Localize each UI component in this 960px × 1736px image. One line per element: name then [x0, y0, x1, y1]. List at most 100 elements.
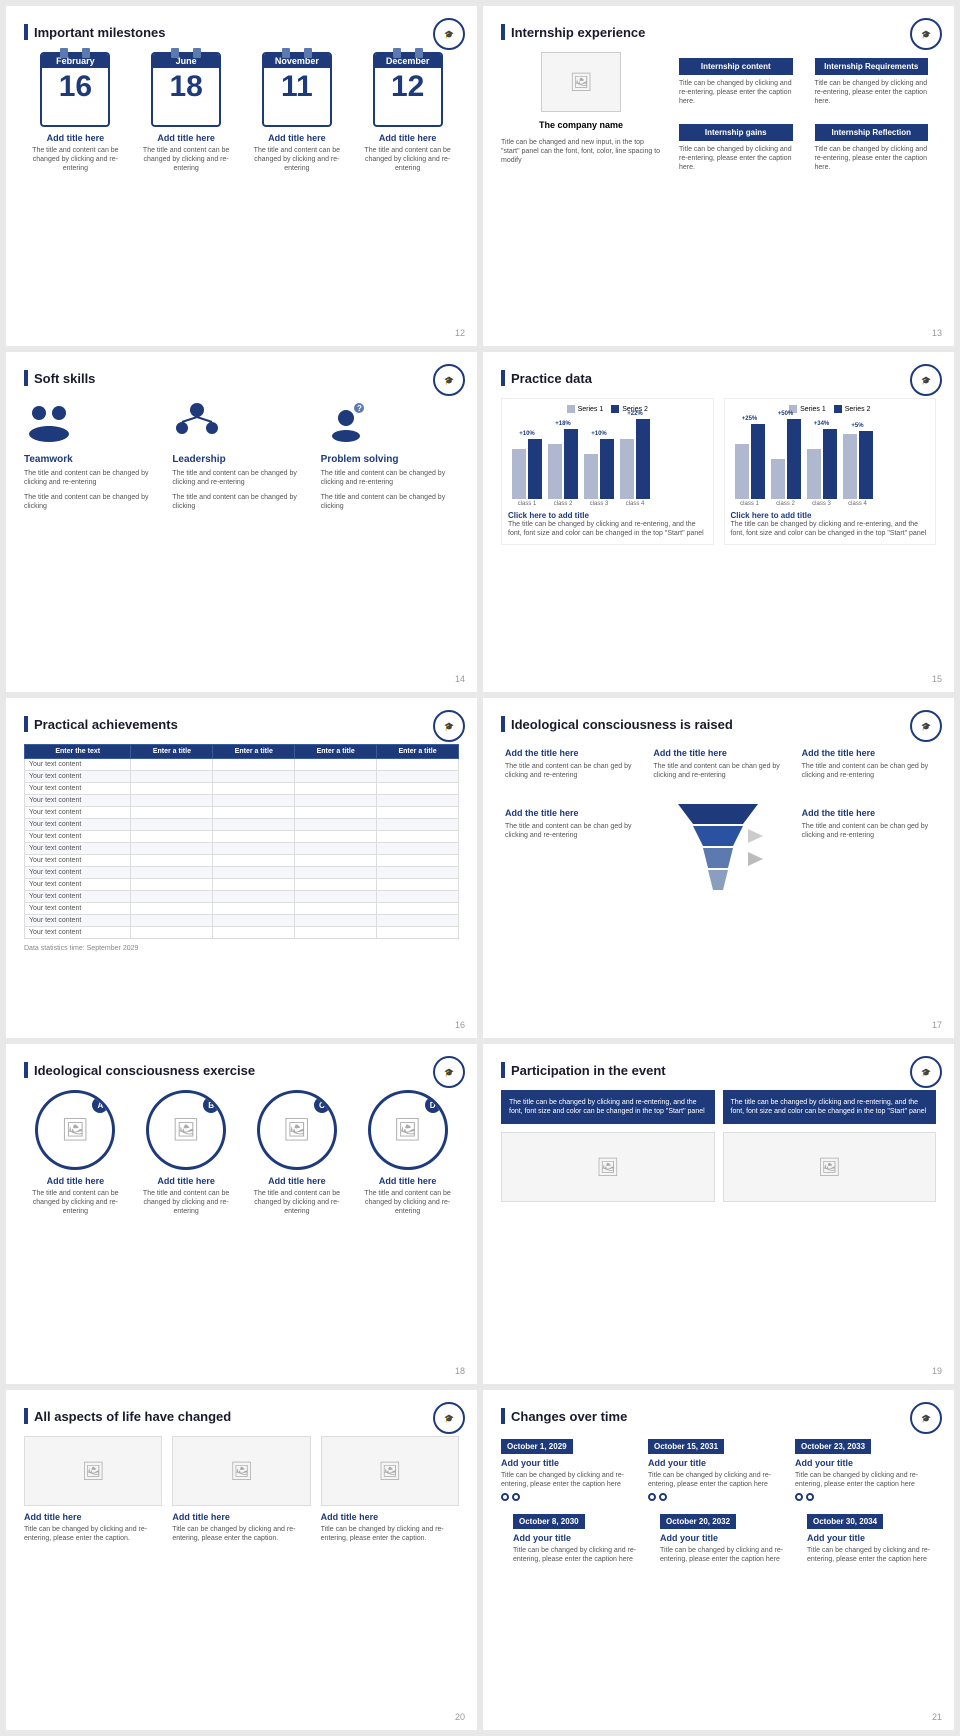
ideology-title-center[interactable]: Add the title here — [653, 748, 783, 758]
milestone-title-3[interactable]: Add title here — [246, 133, 349, 143]
internship-boxes: Internship content Title can be changed … — [671, 52, 936, 179]
milestone-desc-1: The title and content can be changed by … — [24, 146, 127, 173]
aspect-desc-1: Title can be changed by clicking and re-… — [24, 1525, 162, 1543]
skill-extra-problemsolving: The title and content can be changed by … — [321, 493, 459, 511]
timeline-grid: October 1, 2029 Add your title Title can… — [501, 1436, 936, 1568]
aspect-title-1[interactable]: Add title here — [24, 1512, 162, 1522]
exercise-letter-c: C — [314, 1097, 330, 1113]
timeline-badge-3: October 23, 2033 — [795, 1439, 871, 1454]
chart-1-title[interactable]: Click here to add title — [508, 511, 707, 520]
milestone-item-3: November 11 Add title here The title and… — [246, 52, 349, 173]
aspect-img-1: 🖼 — [24, 1436, 162, 1506]
timeline-badge-1: October 1, 2029 — [501, 1439, 573, 1454]
ideology-item-center: Add the title here The title and content… — [649, 744, 787, 784]
logo-participation: 🎓 — [910, 1056, 942, 1088]
ideology-title-r2[interactable]: Add the title here — [802, 808, 932, 818]
timeline-badge-2: October 15, 2031 — [648, 1439, 724, 1454]
skill-title-teamwork[interactable]: Teamwork — [24, 454, 162, 465]
aspect-item-3: 🖼 Add title here Title can be changed by… — [321, 1436, 459, 1543]
col-header-4: Enter a title — [295, 745, 377, 759]
ideology-title-l2[interactable]: Add the title here — [505, 808, 635, 818]
timeline-dot-1b — [512, 1493, 520, 1501]
aspect-desc-2: Title can be changed by clicking and re-… — [172, 1525, 310, 1543]
problemsolving-icon: ? — [321, 398, 371, 448]
milestone-title-4[interactable]: Add title here — [356, 133, 459, 143]
slide-title-practicedata: Practice data — [501, 370, 936, 386]
timeline-sub-2: October 20, 2032 Add your title Title ca… — [648, 1511, 789, 1568]
event-img-1: 🖼 — [501, 1132, 715, 1202]
logo-softskills: 🎓 — [433, 364, 465, 396]
chart-2: Series 1 Series 2 +25% class 1 +50% — [724, 398, 937, 545]
calendar-jun: June 18 — [151, 52, 221, 127]
timeline-desc-5: Title can be changed by clicking and re-… — [660, 1546, 789, 1564]
skill-title-problemsolving[interactable]: Problem solving — [321, 454, 459, 465]
table-header-row: Enter the text Enter a title Enter a tit… — [25, 745, 459, 759]
milestone-desc-2: The title and content can be changed by … — [135, 146, 238, 173]
exercise-title-c[interactable]: Add title here — [246, 1176, 349, 1186]
timeline-dot-2b — [659, 1493, 667, 1501]
exercise-item-d: D 🖼 Add title here The title and content… — [356, 1090, 459, 1216]
timeline-title-4[interactable]: Add your title — [513, 1533, 642, 1543]
event-text-1: The title can be changed by clicking and… — [501, 1090, 715, 1124]
aspect-title-2[interactable]: Add title here — [172, 1512, 310, 1522]
skill-desc-leadership: The title and content can be changed by … — [172, 469, 310, 487]
exercise-title-a[interactable]: Add title here — [24, 1176, 127, 1186]
ideology-desc-center: The title and content can be chan ged by… — [653, 762, 783, 780]
skill-desc-teamwork: The title and content can be changed by … — [24, 469, 162, 487]
timeline-title-1[interactable]: Add your title — [501, 1458, 642, 1468]
page-num-15: 15 — [932, 674, 942, 684]
slide-title-aspects: All aspects of life have changed — [24, 1408, 459, 1424]
page-num-21: 21 — [932, 1712, 942, 1722]
skill-desc-problemsolving: The title and content can be changed by … — [321, 469, 459, 487]
internship-header-4: Internship Reflection — [815, 124, 929, 141]
skills-grid: Teamwork The title and content can be ch… — [24, 398, 459, 517]
timeline-title-2[interactable]: Add your title — [648, 1458, 789, 1468]
timeline-item-3: October 23, 2033 Add your title Title ca… — [795, 1436, 936, 1505]
ideology-title-r1[interactable]: Add the title here — [802, 748, 932, 758]
ideology-center: Add the title here The title and content… — [649, 744, 787, 899]
ideology-title-l1[interactable]: Add the title here — [505, 748, 635, 758]
logo-ideology-exercise: 🎓 — [433, 1056, 465, 1088]
milestone-item-1: February 16 Add title here The title and… — [24, 52, 127, 173]
timeline-dot-2a — [648, 1493, 656, 1501]
table-row: Your text content — [25, 831, 459, 843]
exercise-img-a: 🖼 — [61, 1117, 89, 1143]
slide-changes: Changes over time 🎓 October 1, 2029 Add … — [483, 1390, 954, 1730]
timeline-badge-4: October 8, 2030 — [513, 1514, 585, 1529]
slide-title-participation: Participation in the event — [501, 1062, 936, 1078]
col-header-1: Enter the text — [25, 745, 131, 759]
aspect-title-3[interactable]: Add title here — [321, 1512, 459, 1522]
funnel-svg — [668, 794, 768, 894]
stats-note: Data statistics time: September 2029 — [24, 945, 459, 952]
table-row: Your text content — [25, 903, 459, 915]
col-header-3: Enter a title — [213, 745, 295, 759]
chart-2-title[interactable]: Click here to add title — [731, 511, 930, 520]
calendar-day-nov: 11 — [281, 72, 313, 102]
bar-group-2-4: +5% class 4 — [843, 423, 873, 507]
skill-title-leadership[interactable]: Leadership — [172, 454, 310, 465]
aspect-img-3: 🖼 — [321, 1436, 459, 1506]
calendar-feb: February 16 — [40, 52, 110, 127]
exercise-title-b[interactable]: Add title here — [135, 1176, 238, 1186]
table-row: Your text content — [25, 927, 459, 939]
table-row: Your text content — [25, 843, 459, 855]
skill-teamwork: Teamwork The title and content can be ch… — [24, 398, 162, 517]
exercise-title-d[interactable]: Add title here — [356, 1176, 459, 1186]
milestones-grid: February 16 Add title here The title and… — [24, 52, 459, 173]
company-name[interactable]: The company name — [539, 120, 623, 130]
table-row: Your text content — [25, 795, 459, 807]
timeline-title-6[interactable]: Add your title — [807, 1533, 936, 1543]
page-num-12: 12 — [455, 328, 465, 338]
page-num-19: 19 — [932, 1366, 942, 1376]
table-row: Your text content — [25, 783, 459, 795]
timeline-title-3[interactable]: Add your title — [795, 1458, 936, 1468]
milestone-desc-4: The title and content can be changed by … — [356, 146, 459, 173]
ideology-desc-l2: The title and content can be chan ged by… — [505, 822, 635, 840]
logo-ideology-raised: 🎓 — [910, 710, 942, 742]
milestone-title-1[interactable]: Add title here — [24, 133, 127, 143]
timeline-title-5[interactable]: Add your title — [660, 1533, 789, 1543]
ideology-right-col: Add the title here The title and content… — [798, 744, 936, 899]
bar-group-2-2: +50% class 2 — [771, 411, 801, 507]
milestone-title-2[interactable]: Add title here — [135, 133, 238, 143]
svg-text:?: ? — [357, 404, 362, 413]
